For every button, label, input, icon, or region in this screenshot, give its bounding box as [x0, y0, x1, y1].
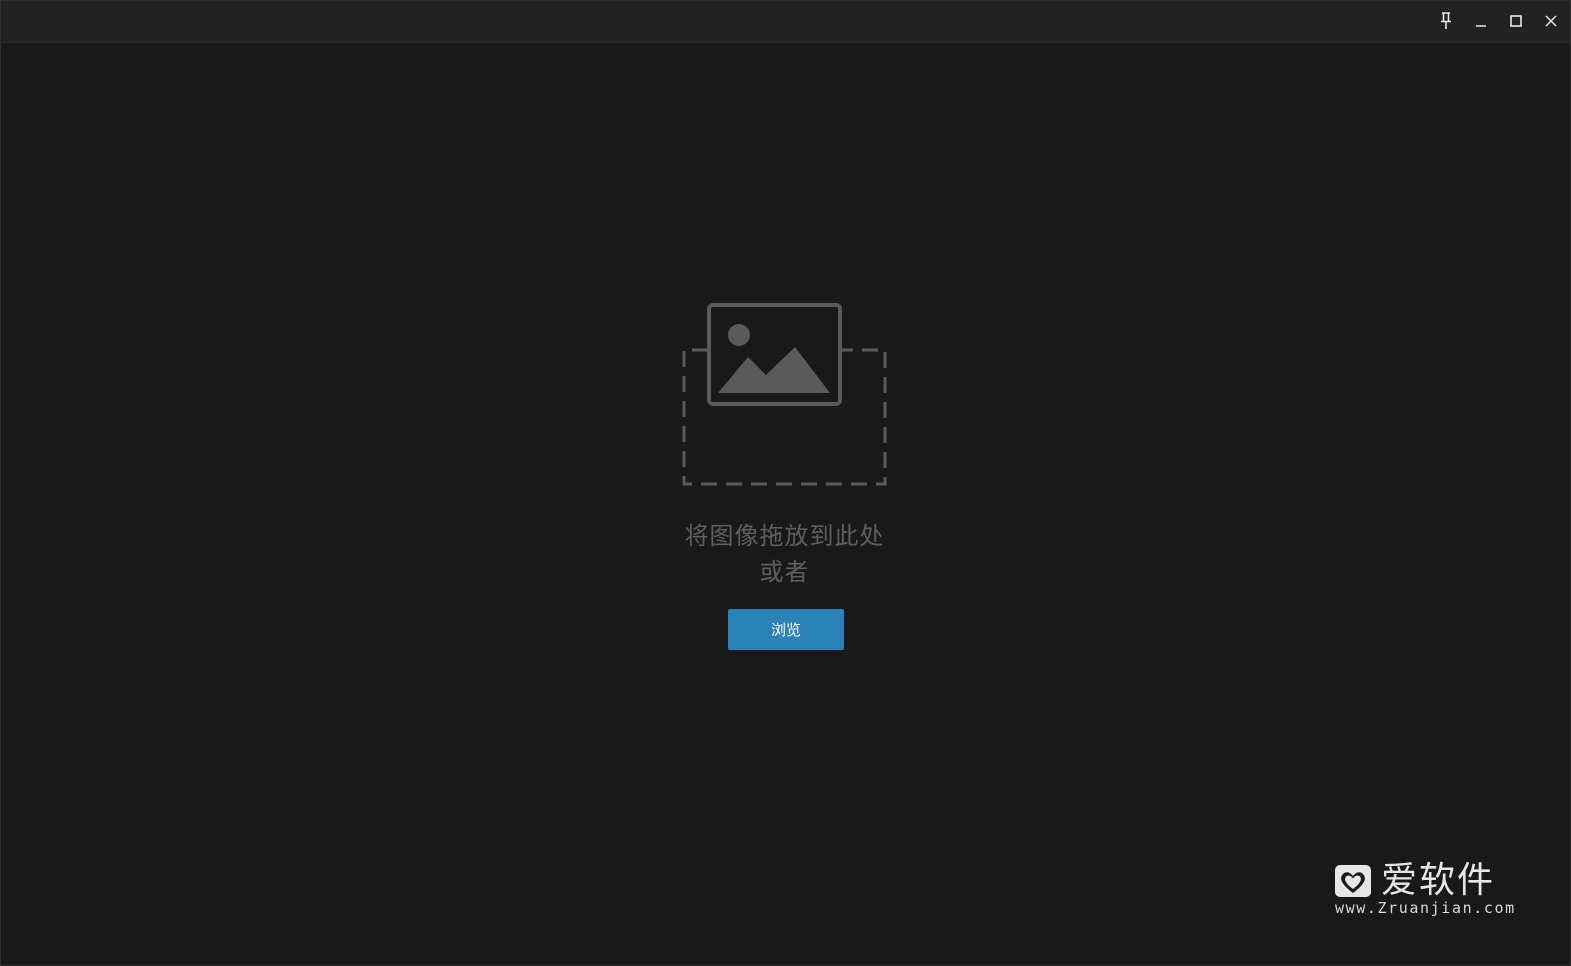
- watermark: 爱软件 www.Zruanjian.com: [1333, 859, 1514, 919]
- minimize-icon: [1475, 15, 1487, 27]
- image-placeholder-icon: [682, 303, 887, 486]
- maximize-icon: [1510, 15, 1522, 27]
- drop-instruction: 将图像拖放到此处: [684, 522, 885, 550]
- watermark-url: www.Zruanjian.com: [1335, 899, 1516, 917]
- heart-logo-icon: [1335, 865, 1371, 897]
- maximize-button[interactable]: [1501, 7, 1531, 35]
- browse-button[interactable]: 浏览: [728, 609, 844, 650]
- watermark-title: 爱软件: [1381, 860, 1496, 901]
- title-bar[interactable]: [1, 1, 1570, 43]
- close-button[interactable]: [1536, 7, 1566, 35]
- or-label: 或者: [759, 558, 810, 586]
- minimize-button[interactable]: [1466, 7, 1496, 35]
- close-icon: [1545, 15, 1557, 27]
- pin-button[interactable]: [1431, 7, 1461, 35]
- pin-icon: [1439, 12, 1453, 30]
- drop-zone[interactable]: [673, 297, 898, 497]
- app-window: 将图像拖放到此处 或者 浏览 爱软件 www.Zruanjian.com: [0, 0, 1571, 966]
